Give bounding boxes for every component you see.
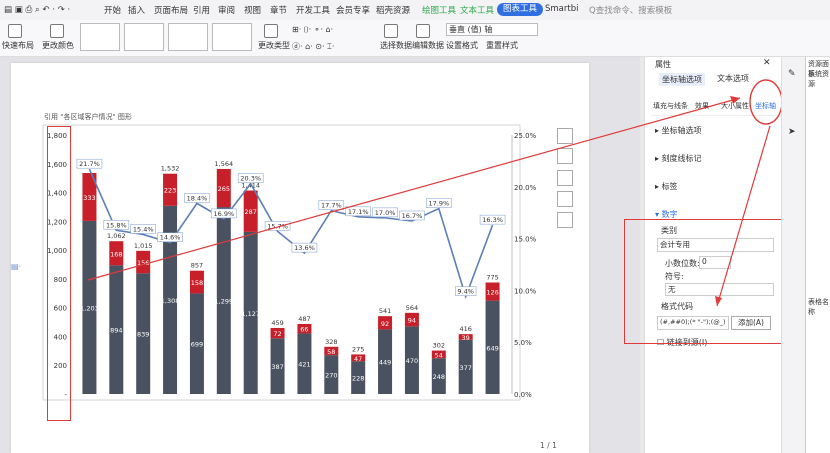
arrow-to-axis-icon (87, 97, 741, 281)
arrow-head-1 (730, 96, 740, 104)
annotation-arrows (87, 96, 771, 307)
arrow-to-format-code (716, 125, 771, 307)
arrow-head-2 (715, 296, 722, 306)
